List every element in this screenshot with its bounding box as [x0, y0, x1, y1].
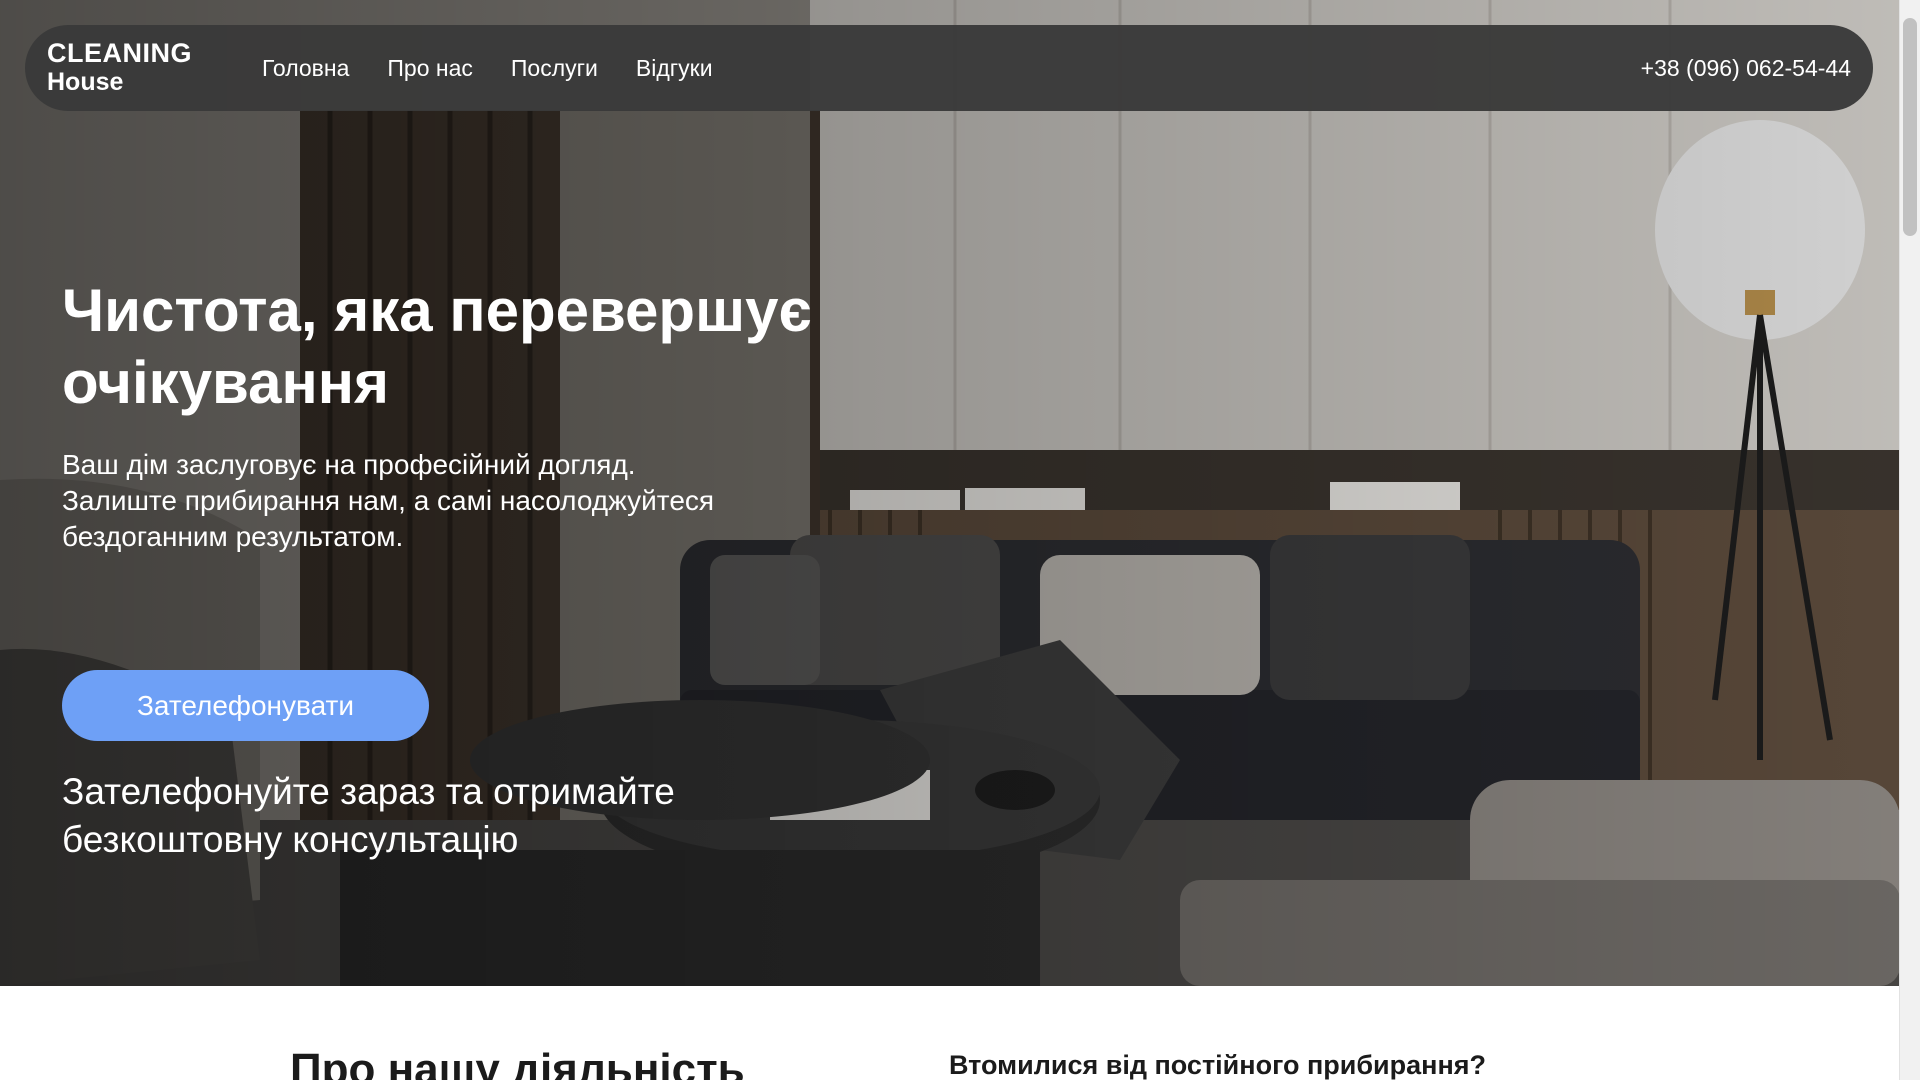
- hero-title: Чистота, яка перевершує очікування: [62, 277, 812, 416]
- nav-link-about[interactable]: Про нас: [387, 55, 473, 82]
- nav-link-reviews[interactable]: Відгуки: [636, 55, 713, 82]
- call-button[interactable]: Зателефонувати: [62, 670, 429, 741]
- brand-logo[interactable]: CLEANING House: [47, 38, 192, 96]
- about-question: Втомилися від постійного прибирання?: [949, 1050, 1486, 1080]
- brand-line1: CLEANING: [47, 38, 192, 68]
- phone-link[interactable]: +38 (096) 062-54-44: [1641, 25, 1851, 111]
- cta-note: Зателефонуйте зараз та отримайте безкошт…: [62, 771, 675, 860]
- nav-links: Головна Про нас Послуги Відгуки: [262, 25, 713, 111]
- page-scrollbar[interactable]: [1899, 0, 1920, 1080]
- top-navbar: CLEANING House Головна Про нас Послуги В…: [25, 25, 1873, 111]
- about-section-title: Про нашу діяльність: [290, 1045, 745, 1080]
- scrollbar-thumb[interactable]: [1903, 18, 1917, 236]
- brand-line2: House: [47, 67, 124, 96]
- nav-link-home[interactable]: Головна: [262, 55, 349, 82]
- nav-link-services[interactable]: Послуги: [511, 55, 598, 82]
- hero-subtitle: Ваш дім заслуговує на професійний догляд…: [62, 449, 715, 552]
- hero-section: Чистота, яка перевершує очікування Ваш д…: [0, 0, 1899, 986]
